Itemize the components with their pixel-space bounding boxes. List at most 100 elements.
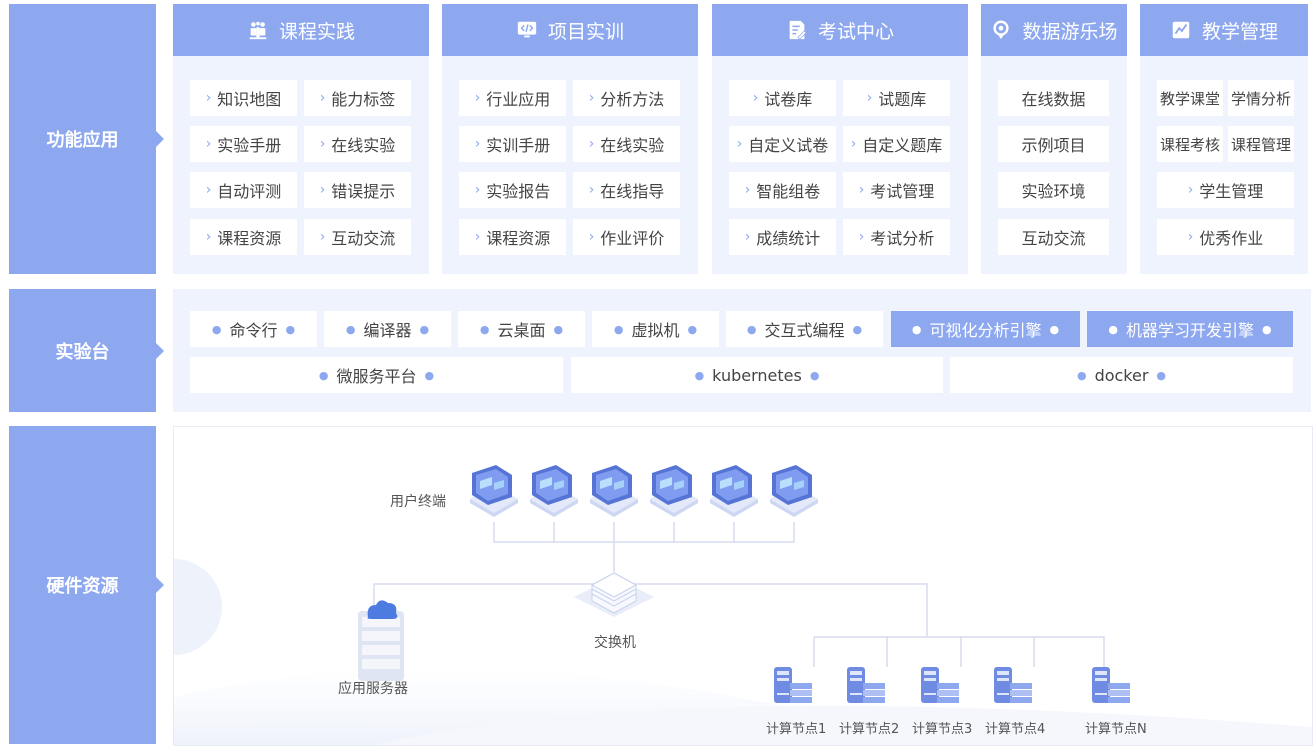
item-label: 自定义试卷	[748, 136, 829, 155]
list-item[interactable]: 课程管理	[1228, 126, 1294, 162]
list-item[interactable]: › 实训手册	[459, 126, 566, 162]
lab-item[interactable]: ● docker ●	[950, 357, 1293, 393]
lab-item-label: 微服务平台	[336, 367, 417, 386]
dot-icon: ●	[424, 368, 435, 382]
lab-item[interactable]: ● 微服务平台 ●	[190, 357, 563, 393]
chevron-right-icon: ›	[205, 136, 212, 152]
chart-line-icon	[1172, 21, 1190, 39]
column-header[interactable]: 考试中心	[712, 4, 968, 56]
list-item[interactable]: › 互动交流	[304, 219, 411, 255]
item-label: 课程资源	[217, 229, 282, 248]
lab-item-label: 命令行	[229, 321, 278, 340]
list-item[interactable]: › 智能组卷	[729, 172, 836, 208]
list-item[interactable]: › 学生管理	[1157, 172, 1294, 208]
dot-icon: ●	[1108, 322, 1118, 336]
lab-bench-panel: ● 命令行 ● ● 编译器 ● ● 云桌面 ● ● 虚拟机 ● ● 交互式编程 ● ● 可视化分析引擎…	[173, 289, 1311, 412]
list-item[interactable]: 示例项目	[998, 126, 1109, 162]
chevron-right-icon: ›	[474, 136, 481, 152]
list-item[interactable]: › 知识地图	[190, 80, 297, 116]
item-label: 作业评价	[600, 229, 665, 248]
lab-item[interactable]: ● 虚拟机 ●	[592, 311, 719, 347]
list-item[interactable]: › 考试分析	[843, 219, 950, 255]
list-item[interactable]: › 课程资源	[190, 219, 297, 255]
item-label: 互动交流	[331, 229, 396, 248]
list-item[interactable]: › 在线指导	[573, 172, 680, 208]
compute-node-label: 计算节点1	[766, 722, 827, 737]
dot-icon: ●	[211, 322, 222, 336]
section-label-hardware: 硬件资源	[9, 426, 164, 744]
dot-icon: ●	[1262, 322, 1272, 336]
dot-icon: ●	[419, 322, 430, 336]
lab-item[interactable]: ● 编译器 ●	[324, 311, 451, 347]
compute-node-label: 计算节点3	[912, 722, 973, 737]
list-item[interactable]: › 在线实验	[304, 126, 411, 162]
column-project-training: 项目实训 › 行业应用 › 分析方法 › 实训手册 › 在线实验 › 实验报告 › 在线指导…	[442, 4, 698, 274]
list-item[interactable]: › 在线实验	[573, 126, 680, 162]
column-header[interactable]: 项目实训	[442, 4, 698, 56]
dot-icon: ●	[613, 322, 624, 336]
column-course-practice: 课程实践 › 知识地图 › 能力标签 › 实验手册 › 在线实验 › 自动评测 › 错误提示…	[173, 4, 429, 274]
chevron-right-icon: ›	[744, 229, 751, 245]
list-item[interactable]: › 课程资源	[459, 219, 566, 255]
chevron-right-icon: ›	[1187, 229, 1194, 245]
lab-item[interactable]: ● 交互式编程 ●	[726, 311, 883, 347]
chevron-right-icon: ›	[736, 136, 743, 152]
item-label: 学情分析	[1230, 89, 1291, 108]
dot-icon: ●	[1076, 368, 1087, 382]
lab-item-label: 机器学习开发引擎	[1125, 321, 1254, 340]
hardware-panel: 用户终端 交换机 应用服务器 计算节点1 计算节点2 计算节点3 计算节点4 计…	[173, 426, 1313, 746]
chevron-right-icon: ›	[858, 182, 865, 198]
list-item[interactable]: › 成绩统计	[729, 219, 836, 255]
compute-node-label: 计算节点2	[839, 722, 900, 737]
dot-icon: ●	[809, 368, 820, 382]
list-item[interactable]: › 自动评测	[190, 172, 297, 208]
item-label: 实验手册	[217, 136, 282, 155]
location-ring-icon	[993, 20, 1010, 40]
column-header[interactable]: 课程实践	[173, 4, 429, 56]
lab-item-highlighted[interactable]: ● 可视化分析引擎 ●	[891, 311, 1080, 347]
lab-item[interactable]: ● 云桌面 ●	[458, 311, 585, 347]
list-item[interactable]: 学情分析	[1228, 80, 1294, 116]
list-item[interactable]: 在线数据	[998, 80, 1109, 116]
list-item[interactable]: 教学课堂	[1157, 80, 1223, 116]
item-label: 试题库	[878, 90, 927, 109]
list-item[interactable]: › 行业应用	[459, 80, 566, 116]
lab-item-highlighted[interactable]: ● 机器学习开发引擎 ●	[1087, 311, 1293, 347]
chevron-right-icon: ›	[752, 90, 759, 106]
column-header[interactable]: 数据游乐场	[981, 4, 1127, 56]
chevron-right-icon: ›	[588, 229, 595, 245]
list-item[interactable]: › 实验报告	[459, 172, 566, 208]
list-item[interactable]: › 试卷库	[729, 80, 836, 116]
column-title: 数据游乐场	[1022, 20, 1118, 43]
list-item[interactable]: › 考试管理	[843, 172, 950, 208]
list-item[interactable]: 实验环境	[998, 172, 1109, 208]
list-item[interactable]: › 分析方法	[573, 80, 680, 116]
list-item[interactable]: 课程考核	[1157, 126, 1223, 162]
list-item[interactable]: 互动交流	[998, 219, 1109, 255]
column-title: 教学管理	[1201, 20, 1278, 43]
dot-icon: ●	[479, 322, 490, 336]
item-label: 试卷库	[764, 90, 813, 109]
lab-item-label: 交互式编程	[764, 321, 845, 340]
lab-item[interactable]: ● kubernetes ●	[571, 357, 943, 393]
list-item[interactable]: › 自定义试卷	[729, 126, 836, 162]
column-title: 考试中心	[817, 20, 894, 43]
column-header[interactable]: 教学管理	[1140, 4, 1308, 56]
dot-icon: ●	[911, 322, 922, 336]
chevron-right-icon: ›	[850, 136, 857, 152]
item-label: 优秀作业	[1199, 229, 1264, 248]
chevron-right-icon: ›	[744, 182, 751, 198]
list-item[interactable]: › 优秀作业	[1157, 219, 1294, 255]
list-item[interactable]: › 能力标签	[304, 80, 411, 116]
item-label: 互动交流	[1021, 229, 1086, 248]
list-item[interactable]: › 自定义题库	[843, 126, 950, 162]
item-label: 成绩统计	[756, 229, 821, 248]
list-item[interactable]: › 试题库	[843, 80, 950, 116]
list-item[interactable]: › 实验手册	[190, 126, 297, 162]
item-label: 在线实验	[600, 136, 665, 155]
list-item[interactable]: › 错误提示	[304, 172, 411, 208]
lab-item-label: kubernetes	[712, 365, 802, 385]
lab-item[interactable]: ● 命令行 ●	[190, 311, 317, 347]
switch-label: 交换机	[594, 635, 636, 651]
list-item[interactable]: › 作业评价	[573, 219, 680, 255]
